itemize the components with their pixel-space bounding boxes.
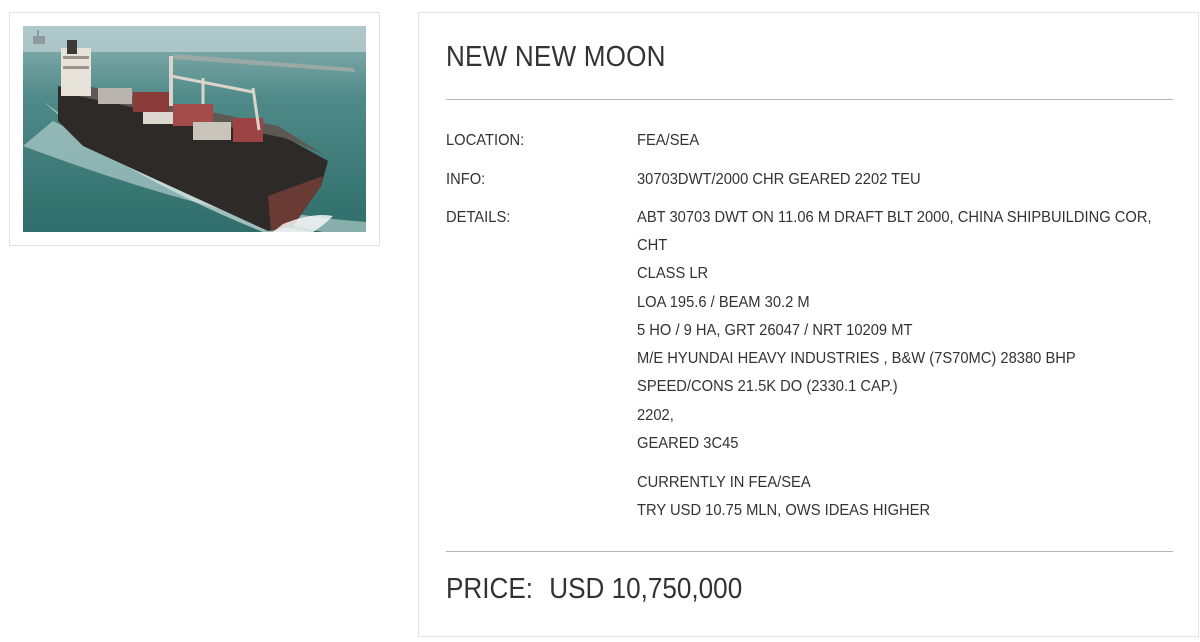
details-line: GEARED 3C45 [637, 435, 739, 452]
details-line: M/E HYUNDAI HEAVY INDUSTRIES , B&W (7S70… [637, 350, 1076, 367]
info-label: INFO: [446, 171, 486, 188]
details-line: LOA 195.6 / BEAM 30.2 M [637, 294, 810, 311]
title-divider [446, 99, 1173, 100]
price-divider [446, 551, 1173, 552]
price-row: PRICE: USD 10,750,000 [446, 573, 742, 606]
details-line: SPEED/CONS 21.5K DO (2330.1 CAP.) [637, 378, 898, 395]
details-line: ABT 30703 DWT ON 11.06 M DRAFT BLT 2000,… [637, 209, 1152, 226]
price-value: USD 10,750,000 [549, 573, 743, 605]
details-label: DETAILS: [446, 209, 511, 226]
location-value: FEA/SEA [637, 132, 700, 149]
vessel-listing-page: NEW NEW MOON LOCATION: FEA/SEA INFO: 307… [0, 0, 1200, 642]
details-line: CHT [637, 237, 668, 254]
price-label: PRICE: [446, 573, 534, 605]
details-line: 2202, [637, 407, 674, 424]
vessel-name-title: NEW NEW MOON [446, 41, 666, 73]
details-line: CLASS LR [637, 265, 709, 282]
vessel-details-card: NEW NEW MOON LOCATION: FEA/SEA INFO: 307… [418, 12, 1199, 637]
info-value: 30703DWT/2000 CHR GEARED 2202 TEU [637, 171, 921, 188]
status-note: TRY USD 10.75 MLN, OWS IDEAS HIGHER [637, 502, 931, 519]
vessel-photo[interactable] [23, 26, 366, 232]
details-line: 5 HO / 9 HA, GRT 26047 / NRT 10209 MT [637, 322, 913, 339]
vessel-photo-card [9, 12, 380, 246]
location-label: LOCATION: [446, 132, 525, 149]
status-note: CURRENTLY IN FEA/SEA [637, 474, 811, 491]
